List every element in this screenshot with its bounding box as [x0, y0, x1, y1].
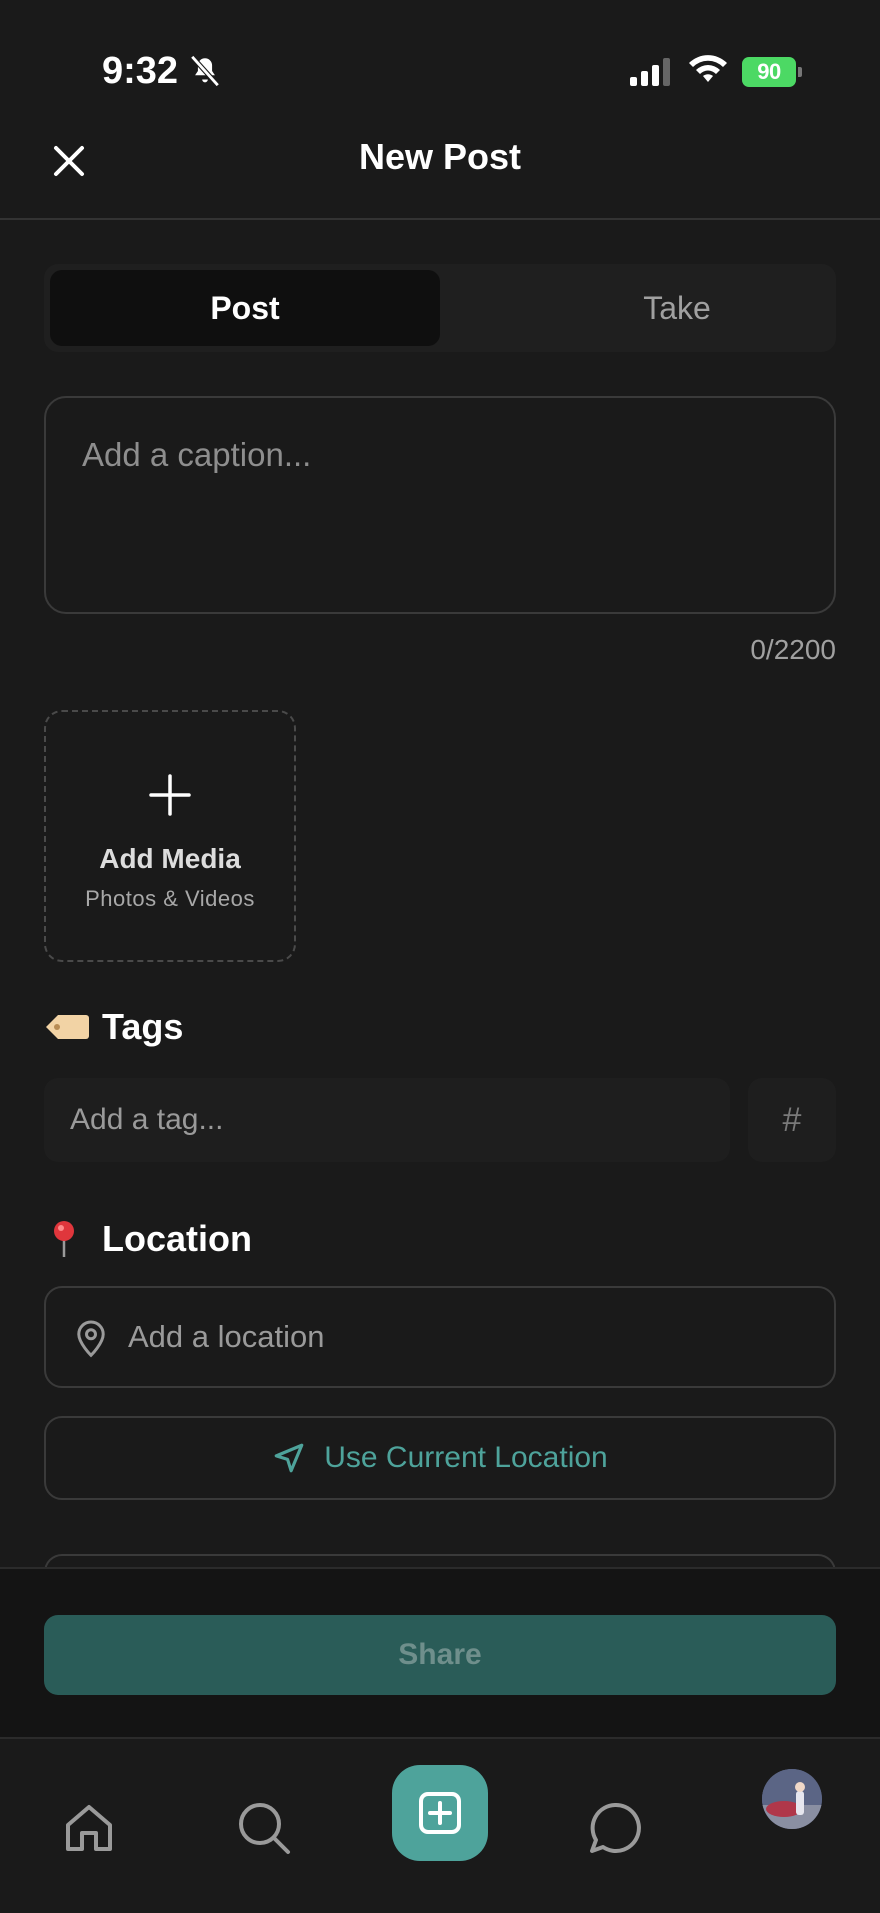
navigation-arrow-icon — [274, 1443, 304, 1473]
tags-heading-label: Tags — [102, 1006, 184, 1047]
use-current-location-button[interactable]: Use Current Location — [44, 1416, 836, 1500]
avatar-image — [762, 1769, 822, 1829]
add-media-button[interactable] — [44, 710, 296, 962]
search-icon[interactable] — [235, 1799, 293, 1857]
tags-heading: Tags — [44, 1006, 183, 1048]
battery-icon: 90 — [742, 57, 802, 87]
add-tag-hash-button[interactable]: # — [748, 1078, 836, 1162]
caption-input[interactable] — [46, 398, 834, 612]
plus-icon — [149, 774, 191, 816]
bell-slash-icon — [190, 55, 220, 87]
caption-field[interactable] — [44, 396, 836, 614]
home-icon[interactable] — [60, 1799, 118, 1857]
battery-level: 90 — [742, 57, 796, 87]
tag-field[interactable] — [44, 1078, 730, 1162]
page-title: New Post — [358, 136, 522, 177]
use-current-location-label: Use Current Location — [324, 1441, 608, 1474]
header: New Post — [0, 110, 880, 220]
profile-avatar[interactable] — [762, 1769, 822, 1829]
label-tag-icon — [46, 1015, 89, 1039]
map-pin-icon — [77, 1320, 105, 1358]
location-heading-label: Location — [102, 1218, 252, 1259]
tab-post[interactable]: Post — [50, 270, 440, 346]
location-heading: Location — [44, 1218, 252, 1260]
location-input[interactable] — [128, 1288, 818, 1386]
share-bar: Share — [0, 1567, 880, 1739]
round-pushpin-icon — [54, 1221, 74, 1257]
caption-char-count: 0/2200 — [750, 634, 836, 665]
create-post-button[interactable] — [392, 1765, 488, 1861]
tag-input[interactable] — [44, 1078, 730, 1162]
post-type-segmented-control: Post Take — [44, 264, 836, 352]
bottom-tab-bar — [0, 1739, 880, 1913]
chat-icon[interactable] — [586, 1799, 644, 1857]
create-post-icon — [419, 1792, 461, 1834]
tab-take[interactable]: Take — [482, 270, 872, 346]
add-media-title: Add Media — [99, 843, 241, 874]
battery-tip — [798, 67, 802, 77]
share-button[interactable]: Share — [44, 1615, 836, 1695]
wifi-icon — [689, 55, 727, 82]
status-time: 9:32 — [102, 50, 179, 92]
add-media-subtitle: Photos & Videos — [85, 886, 255, 911]
location-field[interactable] — [44, 1286, 836, 1388]
signal-icon — [630, 58, 670, 86]
